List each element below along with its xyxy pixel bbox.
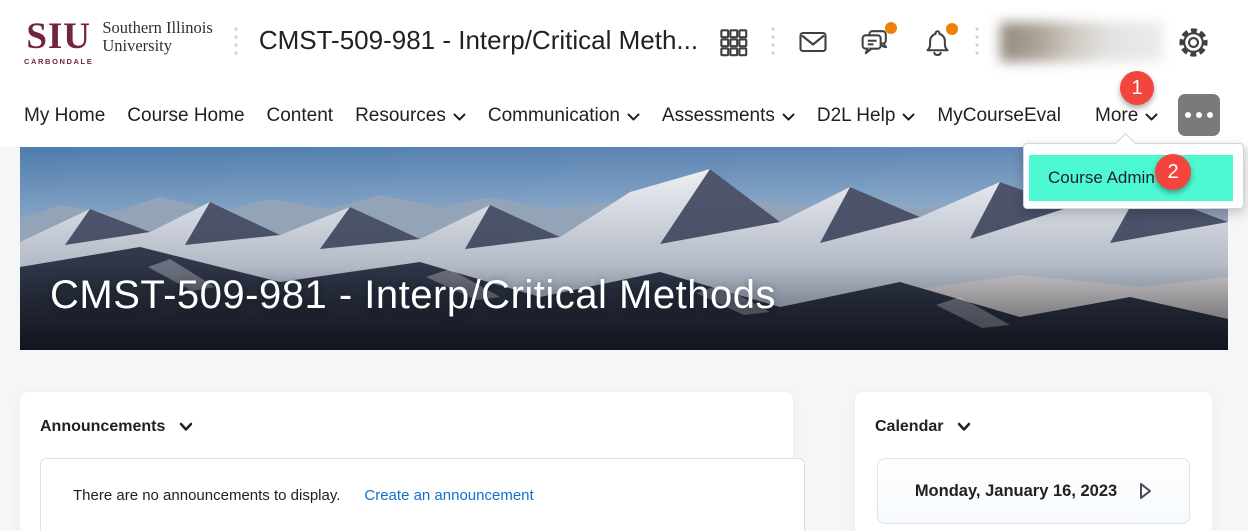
nav-item-course-home[interactable]: Course Home bbox=[127, 105, 244, 127]
nav-item-communication[interactable]: Communication bbox=[488, 105, 640, 127]
navbar-items: My Home Course Home Content Resources Co… bbox=[24, 84, 1061, 147]
next-day-arrow-icon[interactable] bbox=[1139, 482, 1152, 500]
siu-campus-label: CARBONDALE bbox=[24, 57, 94, 67]
user-name-blurred[interactable] bbox=[1000, 22, 1163, 62]
banner-course-title: CMST-509-981 - Interp/Critical Methods bbox=[50, 273, 776, 317]
nav-item-content[interactable]: Content bbox=[267, 105, 334, 127]
announcements-widget: Announcements There are no announcements… bbox=[20, 392, 805, 531]
settings-gear-icon[interactable] bbox=[1177, 26, 1210, 59]
top-bar: SIU CARBONDALE Southern Illinois Univers… bbox=[0, 0, 1248, 85]
siu-logo[interactable]: SIU CARBONDALE Southern Illinois Univers… bbox=[24, 18, 213, 66]
announcements-empty-panel: There are no announcements to display. C… bbox=[40, 458, 805, 531]
vertical-dotted-divider bbox=[975, 25, 979, 59]
announcements-header[interactable]: Announcements bbox=[20, 392, 793, 436]
chat-icon[interactable] bbox=[858, 21, 897, 60]
nav-item-resources[interactable]: Resources bbox=[355, 105, 466, 127]
navbar-overflow-button[interactable] bbox=[1178, 94, 1220, 136]
create-announcement-link[interactable]: Create an announcement bbox=[364, 487, 533, 504]
vertical-dotted-divider bbox=[771, 25, 775, 59]
siu-logo-mark: SIU CARBONDALE bbox=[24, 18, 93, 66]
nav-item-mycourseeval[interactable]: MyCourseEval bbox=[937, 105, 1061, 127]
chevron-down-icon bbox=[782, 113, 795, 120]
nav-item-d2l-help[interactable]: D2L Help bbox=[817, 105, 916, 127]
tutorial-step-2-badge: 2 bbox=[1155, 154, 1191, 190]
apps-grid-icon[interactable] bbox=[717, 26, 750, 59]
menu-item-course-admin[interactable]: Course Admin bbox=[1029, 155, 1233, 201]
calendar-date-panel: Monday, January 16, 2023 bbox=[877, 458, 1190, 524]
course-title-truncated: CMST-509-981 - Interp/Critical Meth... bbox=[258, 24, 699, 55]
nav-item-assessments[interactable]: Assessments bbox=[662, 105, 795, 127]
chevron-down-icon bbox=[180, 422, 193, 431]
announcements-title: Announcements bbox=[40, 418, 166, 435]
calendar-date-label: Monday, January 16, 2023 bbox=[914, 481, 1118, 500]
d2l-course-homepage: SIU CARBONDALE Southern Illinois Univers… bbox=[0, 0, 1248, 531]
ellipsis-icon bbox=[1185, 112, 1213, 118]
siu-acronym: SIU bbox=[26, 16, 92, 58]
more-dropdown-menu: Course Admin bbox=[1023, 132, 1244, 209]
email-icon[interactable] bbox=[796, 25, 830, 59]
course-navbar: My Home Course Home Content Resources Co… bbox=[0, 84, 1248, 147]
calendar-header[interactable]: Calendar bbox=[855, 392, 1212, 436]
nav-item-my-home[interactable]: My Home bbox=[24, 105, 105, 127]
chevron-down-icon bbox=[902, 113, 915, 120]
tutorial-step-1-badge: 1 bbox=[1120, 71, 1154, 105]
siu-university-name: Southern Illinois University bbox=[102, 17, 213, 55]
vertical-dotted-divider bbox=[233, 25, 238, 59]
chat-notification-dot bbox=[885, 21, 897, 34]
chevron-down-icon bbox=[1145, 113, 1158, 120]
announcements-empty-text: There are no announcements to display. bbox=[73, 487, 341, 504]
bell-icon[interactable] bbox=[921, 22, 958, 59]
chevron-down-icon bbox=[627, 113, 640, 120]
chevron-down-icon bbox=[958, 422, 971, 431]
chevron-down-icon bbox=[453, 113, 466, 120]
calendar-widget: Calendar Monday, January 16, 2023 bbox=[855, 392, 1212, 531]
alerts-notification-dot bbox=[946, 22, 958, 35]
calendar-title: Calendar bbox=[875, 418, 944, 435]
